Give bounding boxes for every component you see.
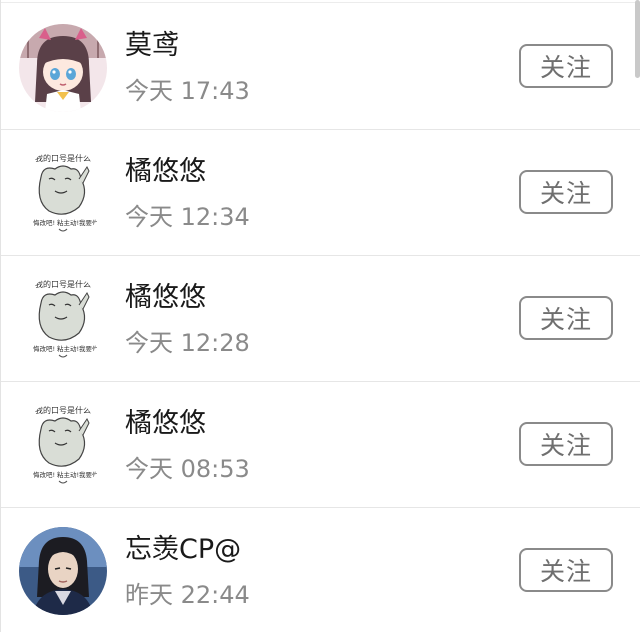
user-name: 橘悠悠 xyxy=(125,282,206,313)
top-divider xyxy=(1,2,640,3)
meme-text-right: 我要你 xyxy=(79,470,99,479)
meme-text-top: 我的口号是什么 xyxy=(35,405,91,415)
follow-button[interactable]: 关注 xyxy=(519,296,613,340)
user-name: 莫鸢 xyxy=(125,30,179,61)
follow-time: 今天 12:34 xyxy=(125,203,250,231)
follow-list: 莫鸢 今天 17:43 关注 我的口号是什么 悔改吧! 粘主动! 我要你 橘悠悠… xyxy=(0,0,640,632)
list-item[interactable]: 莫鸢 今天 17:43 关注 xyxy=(1,4,640,130)
meme-text-middle: 粘主动! xyxy=(57,344,79,353)
meme-text-left: 悔改吧! xyxy=(33,218,55,227)
meme-text-right: 我要你 xyxy=(79,344,99,353)
meme-text-middle: 粘主动! xyxy=(57,470,79,479)
meme-text-right: 我要你 xyxy=(79,218,99,227)
scrollbar[interactable] xyxy=(635,0,640,78)
meme-text-left: 悔改吧! xyxy=(33,344,55,353)
list-item[interactable]: 我的口号是什么 悔改吧! 粘主动! 我要你 橘悠悠 今天 08:53 关注 xyxy=(1,382,640,508)
user-name: 忘羡CP@ xyxy=(125,534,242,565)
meme-text-top: 我的口号是什么 xyxy=(35,279,91,289)
list-item[interactable]: 忘羡CP@ 昨天 22:44 关注 xyxy=(1,508,640,632)
cartoon-cat-meme-avatar[interactable]: 我的口号是什么 悔改吧! 粘主动! 我要你 xyxy=(19,149,107,237)
costume-man-photo-avatar[interactable] xyxy=(19,527,107,615)
meme-text-top: 我的口号是什么 xyxy=(35,153,91,163)
follow-time: 昨天 22:44 xyxy=(125,581,250,609)
follow-time: 今天 08:53 xyxy=(125,455,250,483)
follow-button[interactable]: 关注 xyxy=(519,44,613,88)
follow-button[interactable]: 关注 xyxy=(519,170,613,214)
meme-text-left: 悔改吧! xyxy=(33,470,55,479)
follow-time: 今天 17:43 xyxy=(125,77,250,105)
cartoon-cat-meme-avatar[interactable]: 我的口号是什么 悔改吧! 粘主动! 我要你 xyxy=(19,275,107,363)
follow-button[interactable]: 关注 xyxy=(519,422,613,466)
user-name: 橘悠悠 xyxy=(125,156,206,187)
meme-text-middle: 粘主动! xyxy=(57,218,79,227)
list-item[interactable]: 我的口号是什么 悔改吧! 粘主动! 我要你 橘悠悠 今天 12:28 关注 xyxy=(1,256,640,382)
anime-girl-avatar[interactable] xyxy=(19,24,107,112)
follow-time: 今天 12:28 xyxy=(125,329,250,357)
user-name: 橘悠悠 xyxy=(125,408,206,439)
list-item[interactable]: 我的口号是什么 悔改吧! 粘主动! 我要你 橘悠悠 今天 12:34 关注 xyxy=(1,130,640,256)
cartoon-cat-meme-avatar[interactable]: 我的口号是什么 悔改吧! 粘主动! 我要你 xyxy=(19,401,107,489)
follow-button[interactable]: 关注 xyxy=(519,548,613,592)
